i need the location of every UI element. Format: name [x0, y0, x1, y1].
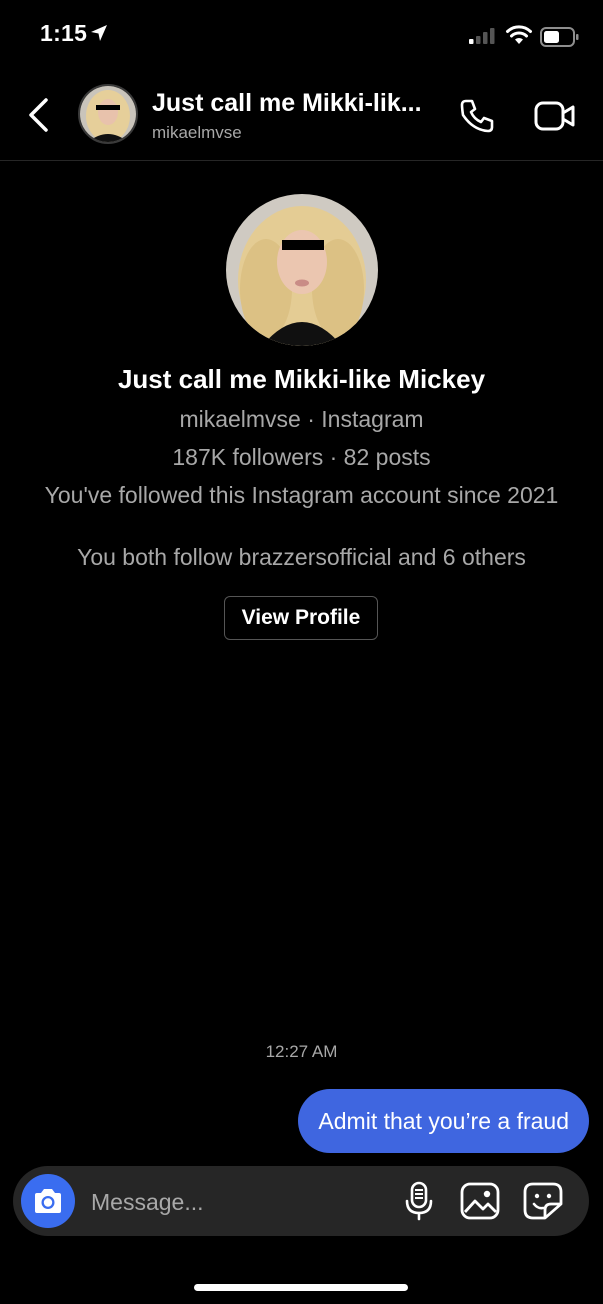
header-avatar[interactable]: [78, 84, 138, 144]
header-display-name[interactable]: Just call me Mikki-lik...: [152, 89, 422, 118]
microphone-icon[interactable]: [403, 1181, 435, 1221]
status-time: 1:15: [40, 20, 88, 46]
wifi-icon: [506, 25, 532, 44]
profile-stats: 187K followers · 82 posts: [172, 444, 431, 470]
phone-icon[interactable]: [457, 96, 497, 136]
sticker-icon[interactable]: [523, 1182, 563, 1220]
outgoing-message-bubble[interactable]: Admit that you’re a fraud: [298, 1089, 589, 1153]
dm-screen: 1:15 Just call me Mikki-lik... mikaelmvs…: [0, 0, 603, 1304]
chat-header: Just call me Mikki-lik... mikaelmvse: [0, 70, 603, 161]
profile-name: Just call me Mikki-like Mickey: [117, 364, 486, 394]
profile-subtitle: mikaelmvse · Instagram: [179, 406, 424, 432]
message-timestamp: 12:27 AM: [265, 1042, 338, 1061]
home-indicator[interactable]: [194, 1284, 408, 1291]
status-bar: 1:15: [0, 0, 603, 70]
header-username[interactable]: mikaelmvse: [152, 123, 242, 143]
location-arrow-icon: [91, 25, 107, 41]
message-composer: [13, 1166, 589, 1236]
camera-icon: [35, 1189, 61, 1213]
cellular-signal-icon: [469, 28, 495, 44]
view-profile-button[interactable]: View Profile: [224, 596, 378, 640]
message-input[interactable]: [89, 1184, 383, 1220]
chevron-left-icon[interactable]: [22, 94, 54, 136]
video-camera-icon[interactable]: [533, 98, 577, 134]
profile-followed-since: You've followed this Instagram account s…: [44, 482, 559, 508]
profile-avatar[interactable]: [226, 194, 378, 346]
profile-mutual-followers: You both follow brazzersofficial and 6 o…: [77, 544, 526, 570]
gallery-icon[interactable]: [460, 1182, 500, 1220]
camera-button[interactable]: [21, 1174, 75, 1228]
battery-icon: [540, 27, 579, 47]
